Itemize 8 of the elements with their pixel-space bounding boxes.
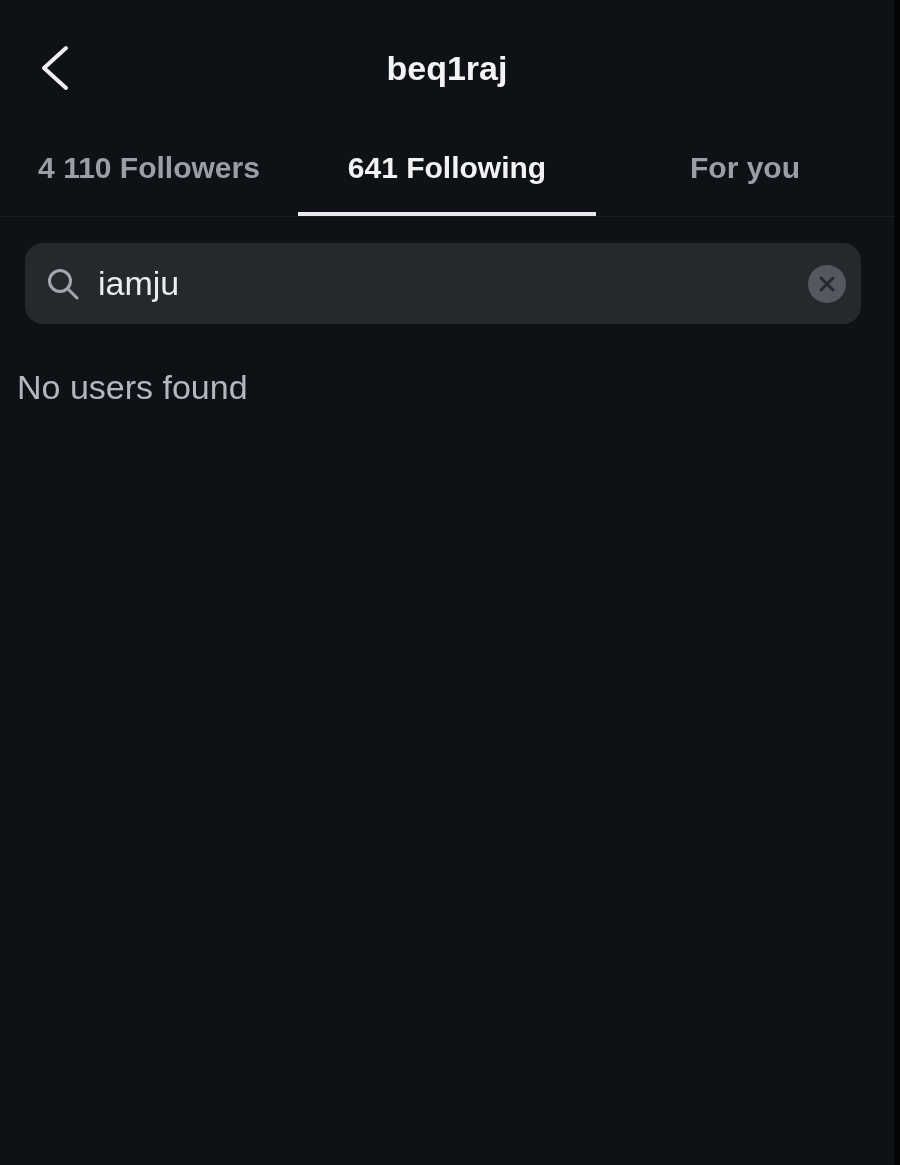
- tab[interactable]: For you: [596, 120, 894, 216]
- search-icon: [47, 267, 79, 300]
- profile-username-title: beq1raj: [386, 48, 508, 88]
- search-field[interactable]: iamju: [25, 243, 861, 324]
- empty-results-message: No users found: [17, 368, 248, 407]
- tab[interactable]: 4 110 Followers: [0, 120, 298, 216]
- search-input[interactable]: iamju: [98, 261, 789, 306]
- tab[interactable]: 641 Following: [298, 120, 596, 216]
